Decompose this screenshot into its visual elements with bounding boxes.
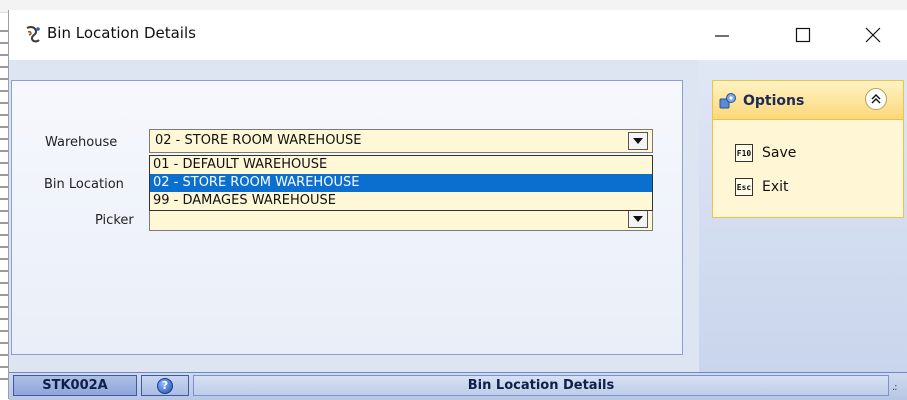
warehouse-select-value: 02 - STORE ROOM WAREHOUSE — [155, 133, 362, 148]
bin-location-label: Bin Location — [44, 177, 124, 192]
minimize-button[interactable] — [703, 20, 741, 50]
form-panel: Warehouse Bin Location Picker 02 - STORE… — [11, 80, 683, 355]
f10-key-icon: F10 — [735, 144, 753, 162]
dropdown-arrow-icon — [633, 138, 643, 144]
dropdown-arrow-icon — [633, 216, 643, 222]
maximize-icon — [795, 27, 811, 43]
dropdown-option-damages-warehouse[interactable]: 99 - DAMAGES WAREHOUSE — [150, 192, 652, 210]
background-window-edge — [0, 20, 8, 380]
minimize-icon — [715, 35, 729, 37]
exit-option[interactable]: Esc Exit — [735, 178, 789, 196]
dropdown-option-store-room-warehouse[interactable]: 02 - STORE ROOM WAREHOUSE — [150, 174, 652, 192]
app-logo-icon — [26, 26, 40, 43]
dialog-window: Bin Location Details Warehouse Bin Locat… — [8, 10, 907, 400]
warehouse-label: Warehouse — [45, 135, 118, 150]
warehouse-dropdown-button[interactable] — [628, 132, 648, 150]
warehouse-select[interactable]: 02 - STORE ROOM WAREHOUSE — [149, 129, 653, 153]
help-icon: ? — [157, 377, 173, 394]
chevron-double-up-icon — [871, 94, 881, 104]
status-title: Bin Location Details — [193, 375, 889, 396]
options-panel: Options F10 Save Esc Exit — [712, 80, 904, 218]
close-button[interactable] — [854, 20, 892, 50]
save-label: Save — [762, 145, 797, 161]
help-button[interactable]: ? — [141, 375, 189, 396]
picker-dropdown-button[interactable] — [628, 210, 648, 228]
options-gear-icon — [719, 93, 736, 109]
window-title: Bin Location Details — [47, 24, 196, 42]
save-option[interactable]: F10 Save — [735, 144, 796, 162]
resize-grip-icon[interactable]: .: — [892, 382, 897, 393]
maximize-button[interactable] — [784, 20, 822, 50]
warehouse-dropdown-list: 01 - DEFAULT WAREHOUSE 02 - STORE ROOM W… — [149, 155, 653, 211]
screen-code: STK002A — [13, 375, 137, 396]
close-icon — [865, 27, 881, 43]
picker-label: Picker — [95, 213, 134, 228]
status-bar: STK002A ? Bin Location Details .: — [9, 372, 907, 400]
dropdown-option-default-warehouse[interactable]: 01 - DEFAULT WAREHOUSE — [150, 156, 652, 174]
options-title: Options — [743, 93, 805, 109]
options-header[interactable]: Options — [713, 81, 903, 120]
collapse-options-button[interactable] — [865, 88, 887, 110]
title-bar[interactable]: Bin Location Details — [9, 10, 907, 60]
esc-key-icon: Esc — [735, 178, 753, 196]
exit-label: Exit — [762, 179, 789, 195]
